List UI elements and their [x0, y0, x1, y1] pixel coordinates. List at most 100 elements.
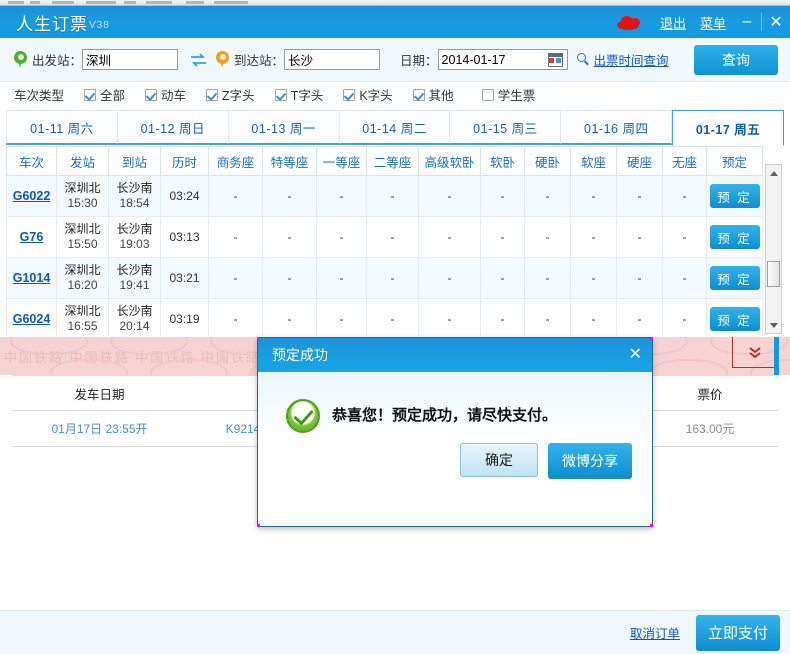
- scroll-up-arrow-icon[interactable]: [766, 165, 781, 181]
- menu-link[interactable]: 菜单: [700, 13, 726, 32]
- date-tab-0[interactable]: 01-11 周六: [6, 110, 118, 144]
- to-station-time: 20:14: [119, 319, 150, 333]
- date-tab-3[interactable]: 01-14 周二: [339, 110, 451, 144]
- cell-seat-availability: -: [208, 298, 263, 336]
- date-tab-2[interactable]: 01-13 周一: [228, 110, 340, 144]
- filter-checkbox-student[interactable]: 学生票: [478, 85, 536, 104]
- book-button[interactable]: 预 定: [709, 225, 760, 249]
- cell-seat-availability: -: [616, 298, 663, 336]
- train-number-link[interactable]: G6022: [13, 189, 51, 203]
- departure-pin-icon: [14, 50, 27, 69]
- cell-seat-availability: -: [524, 175, 571, 217]
- col-from: 发站: [56, 146, 109, 176]
- scroll-down-arrow-icon[interactable]: [766, 317, 781, 333]
- dialog-buttons: 确定 微博分享: [460, 443, 632, 479]
- cell-to: 长沙南 19:41: [108, 257, 161, 299]
- to-station-label: 到达站：: [234, 54, 285, 68]
- train-number-link[interactable]: G1014: [13, 271, 51, 285]
- cell-seat-availability: -: [366, 175, 419, 217]
- logout-link[interactable]: 退出: [660, 13, 686, 32]
- to-station-time: 19:03: [119, 237, 150, 251]
- checkbox-box[interactable]: [481, 88, 494, 101]
- dialog-close-icon[interactable]: ✕: [629, 347, 642, 363]
- train-number-link[interactable]: G76: [20, 230, 44, 244]
- cell-seat-availability: -: [262, 216, 317, 258]
- cell-seat-availability: -: [616, 175, 663, 217]
- dialog-ok-button[interactable]: 确定: [460, 443, 538, 477]
- filter-label: 学生票: [497, 89, 536, 103]
- train-type-label: 车次类型: [14, 89, 65, 103]
- swap-stations-icon[interactable]: [190, 52, 207, 68]
- cell-seat-availability: -: [418, 298, 481, 336]
- cell-duration: 03:19: [160, 298, 209, 336]
- book-button[interactable]: 预 定: [709, 307, 760, 331]
- cell-seat-availability: -: [662, 257, 707, 299]
- filter-checkbox-k[interactable]: K字头: [339, 85, 393, 104]
- date-tab-6[interactable]: 01-17 周五: [672, 110, 785, 146]
- filter-checkbox-all[interactable]: 全部: [80, 85, 125, 104]
- col-soft-seat: 软座: [570, 146, 617, 176]
- cell-seat-availability: -: [366, 216, 419, 258]
- train-number-link[interactable]: G6024: [13, 312, 51, 326]
- from-station-name: 深圳北: [64, 181, 101, 195]
- filter-label: 其他: [428, 89, 454, 103]
- scrollbar-thumb[interactable]: [767, 261, 780, 287]
- checkbox-box[interactable]: [343, 88, 356, 101]
- date-tab-5[interactable]: 01-16 周四: [561, 110, 673, 144]
- filter-label: T字头: [290, 89, 324, 103]
- success-check-icon: [286, 399, 320, 433]
- col-hard-seat: 硬座: [616, 146, 663, 176]
- cell-seat-availability: -: [366, 298, 419, 336]
- checkbox-box[interactable]: [206, 88, 219, 101]
- close-button[interactable]: ✕: [762, 6, 790, 38]
- minimize-button[interactable]: –: [733, 6, 761, 38]
- filter-checkbox-z[interactable]: Z字头: [202, 85, 255, 104]
- cell-seat-availability: -: [480, 257, 525, 299]
- dialog-title-bar: 预定成功 ✕: [258, 338, 652, 372]
- cell-seat-availability: -: [316, 216, 367, 258]
- from-station-name: 深圳北: [64, 263, 101, 277]
- date-tab-1[interactable]: 01-12 周日: [117, 110, 229, 144]
- to-station-name: 长沙南: [116, 181, 153, 195]
- cell-train-no: G1014: [6, 257, 57, 299]
- app-version: V38: [89, 19, 110, 31]
- filter-label: K字头: [359, 89, 393, 103]
- filter-label: Z字头: [222, 89, 255, 103]
- cell-seat-availability: -: [662, 175, 707, 217]
- filter-checkbox-t[interactable]: T字头: [271, 85, 324, 104]
- checkbox-box[interactable]: [412, 88, 425, 101]
- cell-seat-availability: -: [570, 216, 617, 258]
- table-scrollbar[interactable]: [765, 164, 782, 334]
- cancel-order-link[interactable]: 取消订单: [630, 623, 680, 642]
- collapse-order-button[interactable]: [732, 337, 778, 368]
- cell-to: 长沙南 18:54: [108, 175, 161, 217]
- cell-seat-availability: -: [480, 175, 525, 217]
- weibo-share-button[interactable]: 微博分享: [548, 443, 632, 479]
- to-station-time: 19:41: [119, 278, 150, 292]
- to-station-input[interactable]: [284, 49, 381, 70]
- from-station-input[interactable]: [82, 49, 179, 70]
- book-button[interactable]: 预 定: [709, 184, 760, 208]
- cell-seat-availability: -: [616, 216, 663, 258]
- cell-seat-availability: -: [524, 216, 571, 258]
- col-first: 一等座: [316, 146, 367, 176]
- query-button[interactable]: 查询: [694, 44, 778, 75]
- from-station-time: 15:50: [67, 237, 98, 251]
- ticket-time-query-link[interactable]: 出票时间查询: [594, 50, 669, 69]
- col-book: 预定: [706, 146, 763, 176]
- book-button[interactable]: 预 定: [709, 266, 760, 290]
- col-premium-soft-sleeper: 高级软卧: [418, 146, 481, 176]
- checkbox-box[interactable]: [274, 88, 287, 101]
- cell-seat-availability: -: [208, 216, 263, 258]
- cell-book: 预 定: [706, 298, 763, 336]
- filter-label: 动车: [161, 89, 187, 103]
- date-tab-4[interactable]: 01-15 周三: [450, 110, 562, 144]
- filter-checkbox-dongche[interactable]: 动车: [141, 85, 186, 104]
- cell-seat-availability: -: [662, 298, 707, 336]
- checkbox-box[interactable]: [84, 88, 97, 101]
- cell-to: 长沙南 20:14: [108, 298, 161, 336]
- calendar-icon[interactable]: [547, 52, 563, 67]
- checkbox-box[interactable]: [145, 88, 158, 101]
- pay-now-button[interactable]: 立即支付: [696, 614, 780, 651]
- filter-checkbox-other[interactable]: 其他: [409, 85, 454, 104]
